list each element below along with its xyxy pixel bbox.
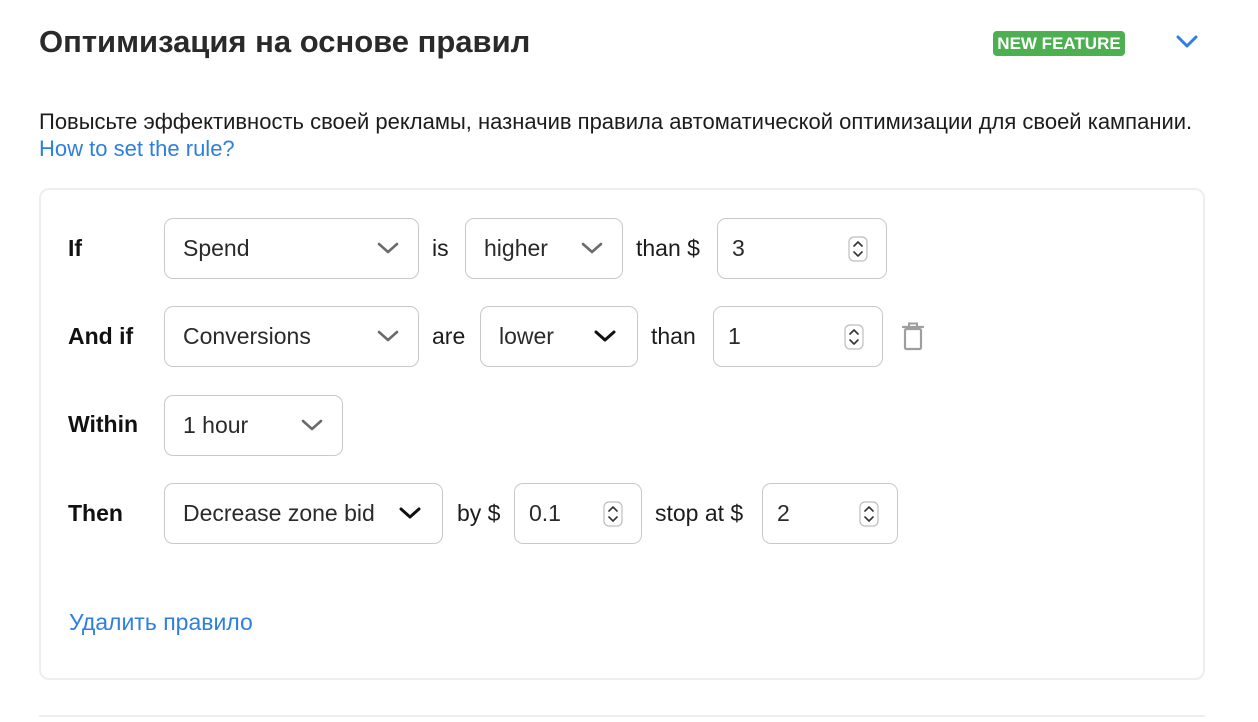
stepper-icon[interactable]	[848, 236, 868, 262]
section-title: Оптимизация на основе правил	[39, 24, 531, 59]
and-if-metric-select[interactable]: Conversions	[164, 306, 419, 367]
new-feature-badge: NEW FEATURE	[993, 31, 1125, 56]
stepper-icon[interactable]	[603, 501, 623, 527]
if-value: 3	[732, 235, 745, 261]
stepper-icon[interactable]	[859, 501, 879, 527]
section-description: Повысьте эффективность своей рекламы, на…	[39, 108, 1219, 162]
then-stop-value: 2	[777, 500, 790, 526]
then-by-text: by $	[457, 500, 501, 526]
chevron-down-icon	[399, 507, 421, 519]
if-comparison-select[interactable]: higher	[465, 218, 623, 279]
then-stop-text: stop at $	[655, 500, 744, 526]
then-amount-input[interactable]: 0.1	[514, 483, 642, 544]
and-if-value-input[interactable]: 1	[713, 306, 883, 367]
within-period-value: 1 hour	[183, 412, 249, 438]
if-than-text: than $	[636, 235, 700, 261]
if-value-input[interactable]: 3	[717, 218, 887, 279]
divider	[39, 715, 1205, 717]
then-stop-input[interactable]: 2	[762, 483, 898, 544]
then-label: Then	[68, 500, 123, 526]
delete-rule-link[interactable]: Удалить правило	[69, 609, 253, 636]
if-verb-text: is	[432, 235, 449, 261]
and-if-verb-text: are	[432, 323, 466, 349]
if-metric-value: Spend	[183, 235, 250, 261]
trash-icon[interactable]	[900, 320, 926, 352]
chevron-down-icon	[594, 330, 616, 342]
if-label: If	[68, 235, 83, 261]
chevron-down-icon[interactable]	[1174, 31, 1200, 53]
and-if-label: And if	[68, 323, 134, 349]
if-metric-select[interactable]: Spend	[164, 218, 419, 279]
and-if-comparison-select[interactable]: lower	[480, 306, 638, 367]
then-action-select[interactable]: Decrease zone bid	[164, 483, 443, 544]
how-to-set-rule-link[interactable]: How to set the rule?	[39, 136, 235, 161]
and-if-than-text: than	[651, 323, 696, 349]
and-if-value: 1	[728, 323, 741, 349]
then-action-value: Decrease zone bid	[183, 500, 375, 526]
chevron-down-icon	[301, 419, 323, 431]
chevron-down-icon	[377, 242, 399, 254]
and-if-comparison-value: lower	[499, 323, 554, 349]
chevron-down-icon	[581, 242, 603, 254]
then-amount-value: 0.1	[529, 500, 561, 526]
chevron-down-icon	[377, 330, 399, 342]
description-text: Повысьте эффективность своей рекламы, на…	[39, 109, 1193, 134]
stepper-icon[interactable]	[844, 324, 864, 350]
if-comparison-value: higher	[484, 235, 548, 261]
within-period-select[interactable]: 1 hour	[164, 395, 343, 456]
within-label: Within	[68, 411, 139, 437]
and-if-metric-value: Conversions	[183, 323, 311, 349]
